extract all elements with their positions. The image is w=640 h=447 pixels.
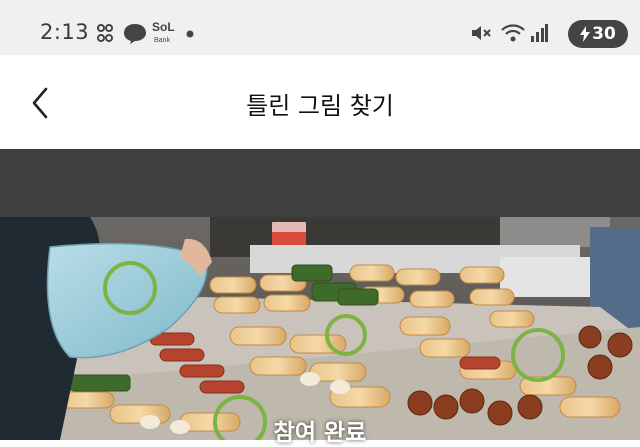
page-title: 틀린 그림 찾기 (246, 92, 394, 120)
status-bar: 2:13 SoL Bank 30 (0, 0, 640, 55)
grid-app-icon (97, 24, 113, 42)
battery-icon: 30 (568, 20, 628, 48)
participation-complete-label: 참여 완료 (273, 420, 367, 446)
game-picture[interactable] (0, 217, 640, 440)
charging-bolt-icon (580, 26, 591, 42)
wifi-icon (501, 24, 525, 42)
app-header: 틀린 그림 찾기 (0, 55, 640, 149)
chat-bubble-icon (124, 24, 146, 44)
bank-label: Bank (154, 37, 170, 44)
signal-icon (531, 24, 548, 42)
mute-icon (472, 26, 491, 40)
battery-level: 30 (592, 24, 616, 44)
dot-icon (186, 30, 194, 38)
image-top-band (0, 149, 640, 217)
status-time: 2:13 (40, 20, 90, 44)
sol-label: SoL (152, 20, 175, 34)
sol-bank-icon: SoL Bank (150, 18, 180, 48)
